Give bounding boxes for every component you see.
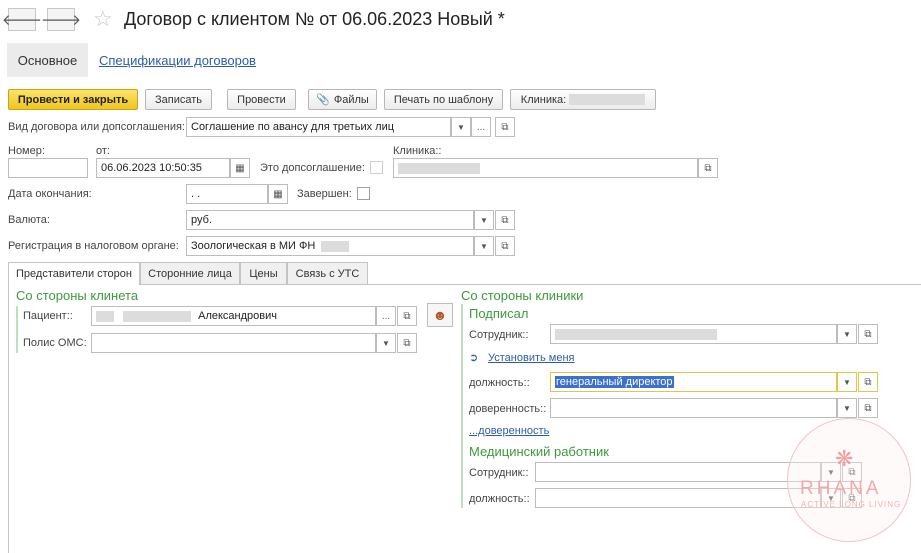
contract-type-label: Вид договора или допсоглашения:	[8, 121, 185, 133]
panel-border	[8, 284, 9, 553]
currency-field[interactable]: руб.	[186, 210, 474, 230]
addendum-label: Это допсоглашение:	[260, 162, 365, 174]
addendum-checkbox[interactable]	[370, 161, 383, 174]
oms-field[interactable]	[91, 333, 376, 353]
redacted-text	[555, 328, 717, 340]
forward-button[interactable]: 🡒	[41, 8, 81, 31]
open-icon[interactable]: ⧉	[495, 210, 515, 230]
completed-label: Завершен:	[297, 188, 352, 200]
calendar-icon[interactable]: ▦	[230, 158, 250, 178]
select-more-button[interactable]: ...	[376, 306, 396, 326]
open-icon[interactable]: ⧉	[397, 306, 417, 326]
chevron-down-icon[interactable]: ▼	[451, 117, 471, 137]
chevron-down-icon[interactable]: ▼	[474, 210, 494, 230]
select-more-button[interactable]: ...	[471, 117, 491, 137]
employee-field[interactable]	[550, 324, 837, 344]
clinic-side-heading: Со стороны клиники	[461, 288, 584, 303]
open-icon[interactable]: ⧉	[495, 236, 515, 256]
watermark-subtext: ACTIVE LONG LIVING	[801, 500, 902, 509]
open-icon[interactable]: ⧉	[495, 117, 515, 137]
set-me-link[interactable]: Установить меня	[488, 352, 575, 364]
proxy-link[interactable]: ...доверенность	[469, 425, 549, 437]
paperclip-icon: 📎	[316, 94, 330, 106]
date-field[interactable]: 06.06.2023 10:50:35	[96, 158, 230, 178]
watermark-text: RHANA	[800, 478, 882, 499]
tax-reg-field[interactable]: Зоологическая в МИ ФН	[186, 236, 474, 256]
redacted-text	[96, 310, 114, 322]
chevron-down-icon[interactable]: ▼	[376, 333, 396, 353]
proxy-label: доверенность::	[469, 403, 547, 415]
open-icon[interactable]: ⧉	[858, 398, 878, 418]
chevron-down-icon[interactable]: ▼	[837, 324, 857, 344]
print-template-button[interactable]: Печать по шаблону	[384, 89, 503, 110]
clinic-label: Клиника::	[393, 145, 442, 157]
patient-field[interactable]: Александрович	[91, 306, 376, 326]
group-line	[461, 304, 463, 508]
tab-third-parties[interactable]: Сторонние лица	[140, 262, 240, 284]
from-label: от:	[96, 145, 110, 157]
employee-label: Сотрудник::	[469, 329, 529, 341]
medic-position-label: должность::	[469, 493, 530, 505]
clinic-field[interactable]	[393, 158, 698, 178]
medic-heading: Медицинский работник	[469, 444, 609, 459]
arrow-left-icon: 🡐	[1, 12, 43, 29]
position-label: должность::	[469, 377, 530, 389]
oms-label: Полис ОМС:	[23, 337, 87, 349]
tab-representatives[interactable]: Представители сторон	[8, 262, 140, 285]
tab-divider	[140, 284, 921, 285]
post-close-button[interactable]: Провести и закрыть	[8, 89, 138, 110]
user-card-icon[interactable]: ☻	[427, 303, 453, 327]
redacted-text	[398, 162, 480, 174]
open-icon[interactable]: ⧉	[698, 158, 718, 178]
number-label: Номер:	[8, 145, 45, 157]
open-icon[interactable]: ⧉	[397, 333, 417, 353]
completed-checkbox[interactable]	[357, 187, 370, 200]
calendar-icon[interactable]: ▦	[268, 184, 288, 204]
chevron-down-icon[interactable]: ▼	[474, 236, 494, 256]
files-button[interactable]: 📎 Файлы	[308, 89, 377, 110]
tab-specs[interactable]: Спецификации договоров	[99, 53, 256, 68]
login-icon: ➲	[469, 352, 479, 364]
group-line	[16, 306, 18, 353]
contract-type-field[interactable]: Соглашение по авансу для третьих лиц	[186, 117, 451, 137]
flower-icon: ❋	[835, 446, 854, 471]
tax-reg-label: Регистрация в налоговом органе:	[8, 240, 179, 252]
redacted-text	[321, 240, 350, 252]
currency-label: Валюта:	[8, 214, 50, 226]
medic-employee-field[interactable]	[535, 462, 821, 482]
end-date-label: Дата окончания:	[8, 188, 92, 200]
clinic-button[interactable]: Клиника:	[510, 89, 656, 110]
tab-main[interactable]: Основное	[7, 43, 88, 77]
medic-employee-label: Сотрудник::	[469, 467, 529, 479]
arrow-right-icon: 🡒	[40, 12, 82, 29]
chevron-down-icon[interactable]: ▼	[837, 398, 857, 418]
number-field[interactable]	[8, 158, 88, 178]
post-button[interactable]: Провести	[227, 89, 296, 110]
open-icon[interactable]: ⧉	[858, 324, 878, 344]
redacted-text	[123, 310, 192, 322]
page-title: Договор с клиентом № от 06.06.2023 Новый…	[124, 9, 505, 29]
end-date-field[interactable]: . .	[186, 184, 268, 204]
tab-uts-link[interactable]: Связь с УТС	[287, 262, 368, 284]
patient-label: Пациент::	[23, 310, 73, 322]
back-button[interactable]: 🡐	[2, 8, 42, 31]
star-icon[interactable]: ☆	[93, 6, 113, 32]
redacted-text	[569, 94, 646, 105]
chevron-down-icon[interactable]: ▼	[837, 372, 857, 392]
proxy-field[interactable]	[550, 398, 837, 418]
signed-heading: Подписал	[469, 306, 529, 321]
client-side-heading: Со стороны клинета	[16, 288, 139, 303]
open-icon[interactable]: ⧉	[858, 372, 878, 392]
save-button[interactable]: Записать	[145, 89, 212, 110]
medic-position-field[interactable]	[535, 488, 821, 508]
position-field[interactable]: генеральный директор	[550, 372, 837, 392]
tab-prices[interactable]: Цены	[240, 262, 287, 284]
